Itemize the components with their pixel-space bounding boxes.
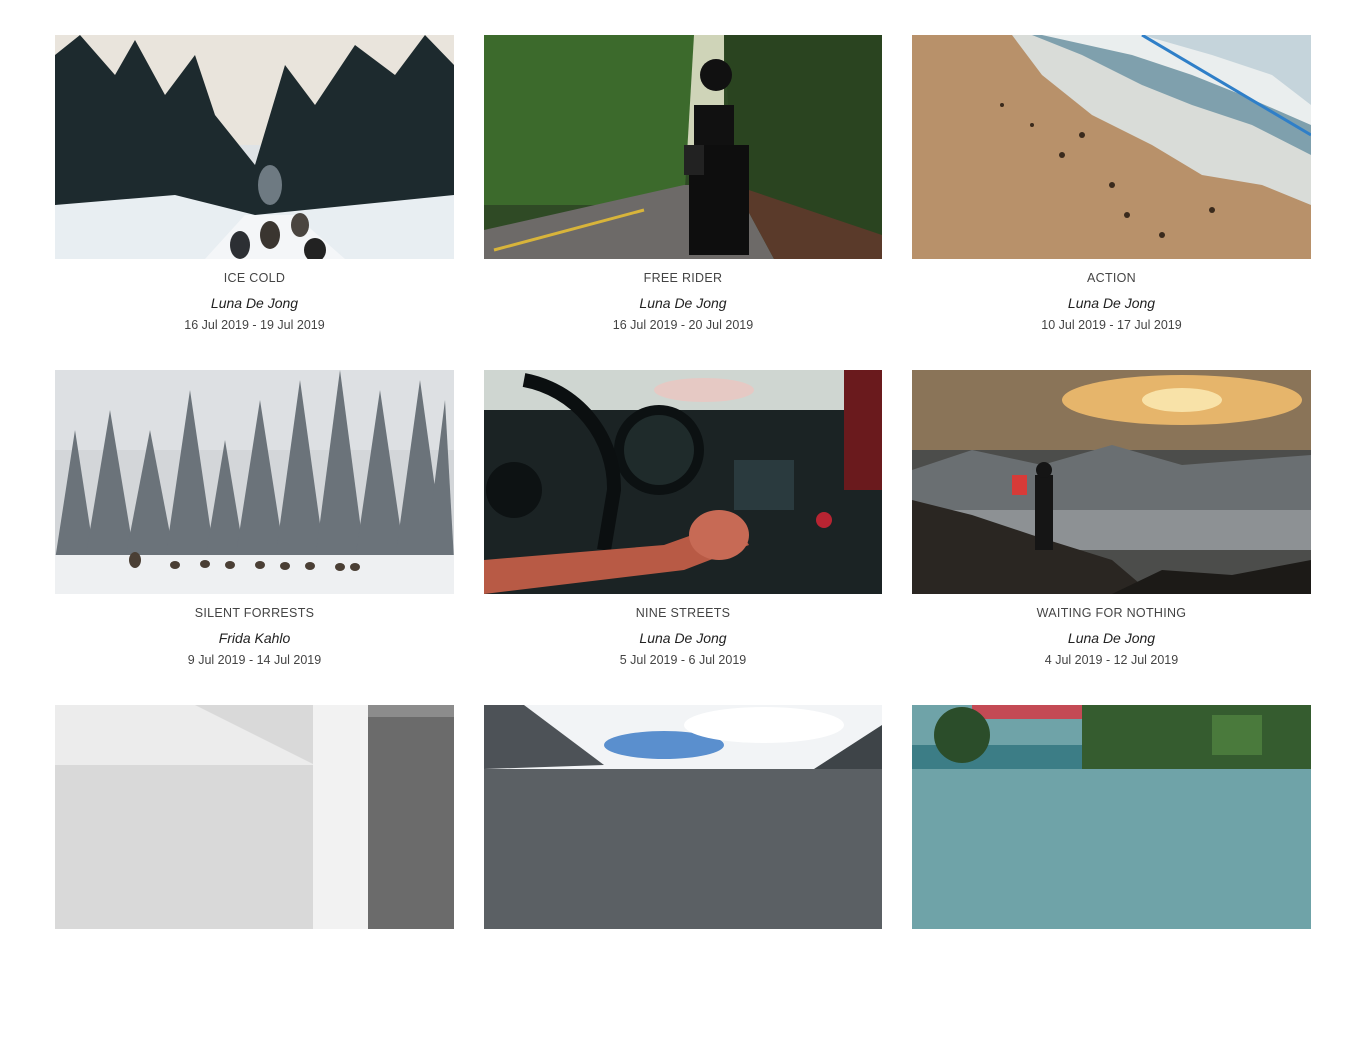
gallery-card[interactable]: WAITING FOR NOTHING Luna De Jong 4 Jul 2… (912, 370, 1311, 705)
gallery-card[interactable]: NINE STREETS Luna De Jong 5 Jul 2019 - 6… (484, 370, 882, 705)
card-title[interactable] (912, 940, 1311, 956)
card-dates: 4 Jul 2019 - 12 Jul 2019 (1044, 653, 1179, 667)
card-dates: 16 Jul 2019 - 20 Jul 2019 (612, 318, 754, 332)
card-author[interactable] (912, 964, 1311, 982)
card-author[interactable]: Luna De Jong (484, 294, 882, 312)
card-author[interactable]: Luna De Jong (55, 294, 454, 312)
card-author[interactable]: Luna De Jong (484, 629, 882, 647)
card-thumbnail[interactable] (912, 370, 1311, 594)
card-thumbnail[interactable] (55, 705, 454, 929)
card-thumbnail[interactable] (55, 370, 454, 594)
card-author[interactable]: Luna De Jong (912, 629, 1311, 647)
card-author[interactable]: Frida Kahlo (55, 629, 454, 647)
card-title[interactable]: ACTION (912, 270, 1311, 286)
card-title[interactable]: ICE COLD (55, 270, 454, 286)
card-title[interactable]: FREE RIDER (484, 270, 882, 286)
card-dates: 5 Jul 2019 - 6 Jul 2019 (619, 653, 747, 667)
gallery-card[interactable]: ICE COLD Luna De Jong 16 Jul 2019 - 19 J… (55, 35, 454, 370)
gallery-card[interactable] (912, 705, 1311, 1040)
card-title[interactable] (55, 940, 454, 956)
gallery-card[interactable] (484, 705, 882, 1040)
card-thumbnail[interactable] (484, 705, 882, 929)
card-title[interactable] (484, 940, 882, 956)
card-dates (912, 987, 1311, 1003)
card-title[interactable]: NINE STREETS (484, 605, 882, 621)
gallery-card[interactable]: FREE RIDER Luna De Jong 16 Jul 2019 - 20… (484, 35, 882, 370)
card-dates: 9 Jul 2019 - 14 Jul 2019 (187, 653, 322, 667)
card-author[interactable] (55, 964, 454, 982)
gallery-card[interactable]: ACTION Luna De Jong 10 Jul 2019 - 17 Jul… (912, 35, 1311, 370)
card-thumbnail[interactable] (55, 35, 454, 259)
card-dates: 10 Jul 2019 - 17 Jul 2019 (1041, 318, 1182, 332)
card-thumbnail[interactable] (912, 705, 1311, 929)
gallery-grid: ICE COLD Luna De Jong 16 Jul 2019 - 19 J… (55, 35, 1311, 1040)
card-dates (484, 987, 882, 1003)
card-dates: 16 Jul 2019 - 19 Jul 2019 (184, 318, 325, 332)
card-dates (55, 987, 454, 1003)
card-thumbnail[interactable] (484, 35, 882, 259)
card-author[interactable]: Luna De Jong (912, 294, 1311, 312)
card-author[interactable] (484, 964, 882, 982)
card-thumbnail[interactable] (484, 370, 882, 594)
card-title[interactable]: SILENT FORRESTS (55, 605, 454, 621)
gallery-card[interactable] (55, 705, 454, 1040)
card-thumbnail[interactable] (912, 35, 1311, 259)
card-title[interactable]: WAITING FOR NOTHING (912, 605, 1311, 621)
gallery-card[interactable]: SILENT FORRESTS Frida Kahlo 9 Jul 2019 -… (55, 370, 454, 705)
